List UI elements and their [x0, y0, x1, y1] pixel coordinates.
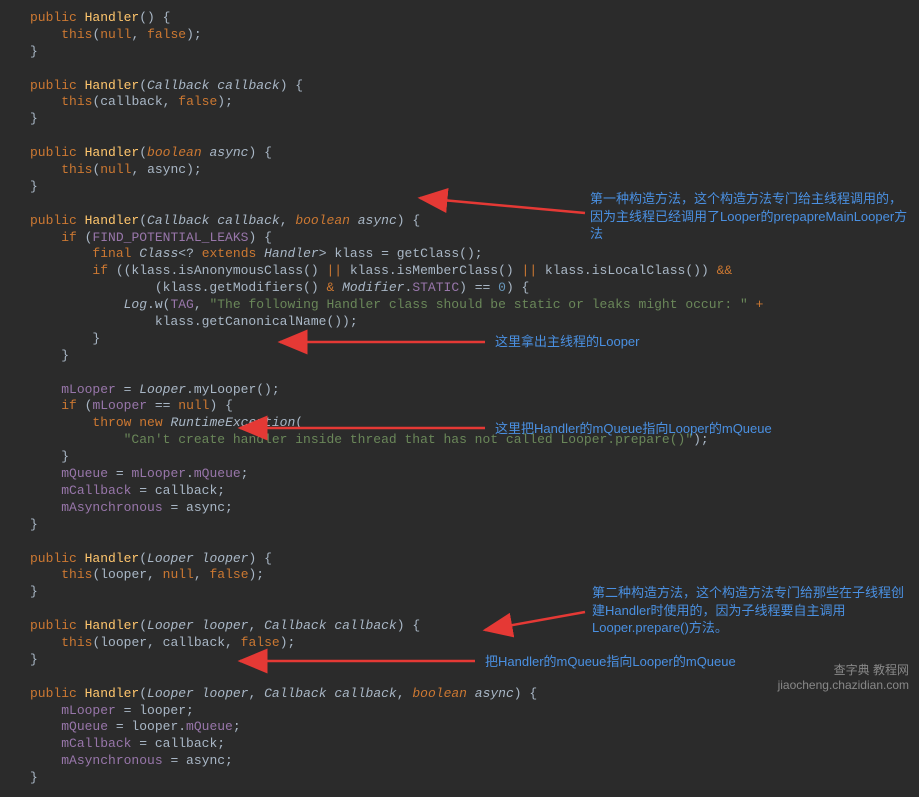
annotation-5: 把Handler的mQueue指向Looper的mQueue [485, 653, 736, 671]
annotation-3: 这里把Handler的mQueue指向Looper的mQueue [495, 420, 772, 438]
watermark-line1: 查字典 教程网 [778, 663, 909, 679]
watermark-line2: jiaocheng.chazidian.com [778, 678, 909, 694]
watermark: 查字典 教程网 jiaocheng.chazidian.com [778, 663, 909, 694]
annotation-1: 第一种构造方法，这个构造方法专门给主线程调用的，因为主线程已经调用了Looper… [590, 190, 910, 243]
annotation-4: 第二种构造方法，这个构造方法专门给那些在子线程创建Handler时使用的，因为子… [592, 584, 912, 637]
annotation-2: 这里拿出主线程的Looper [495, 333, 639, 351]
